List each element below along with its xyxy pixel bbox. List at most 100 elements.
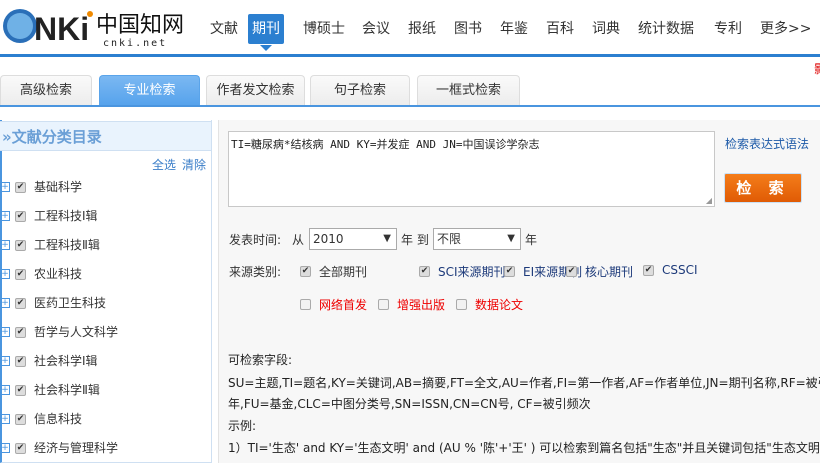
source-option[interactable]: ✔ 全部期刊 [300, 263, 367, 280]
nav-item[interactable]: 词典 [588, 14, 624, 44]
nav-item[interactable]: 更多>> [756, 14, 815, 44]
source-label: SCI来源期刊 [438, 265, 506, 279]
to-year-value: 不限 [437, 232, 462, 246]
extra-label: 网络首发 [319, 298, 368, 312]
expand-icon[interactable]: + [0, 269, 10, 279]
svg-text:中国知网: 中国知网 [96, 13, 184, 38]
category-item[interactable]: + ✔ 医药卫生科技 [0, 293, 106, 313]
expand-icon[interactable]: + [0, 211, 10, 221]
nav-item[interactable]: 百科 [542, 14, 578, 44]
expand-icon[interactable]: + [0, 327, 10, 337]
year-label: 年 [525, 233, 538, 247]
search-button[interactable]: 检 索 [724, 173, 802, 203]
nav-item[interactable]: 年鉴 [496, 14, 532, 44]
nav-item[interactable]: 会议 [358, 14, 394, 44]
checkbox[interactable] [378, 299, 389, 310]
source-option[interactable]: ✔ 核心期刊 [566, 263, 633, 280]
search-tab[interactable]: 作者发文检索 [206, 75, 305, 106]
dropdown-arrow-icon: ▼ [507, 233, 515, 244]
category-item[interactable]: + ✔ 农业科技 [0, 264, 82, 284]
syntax-help-link[interactable]: 检索表达式语法 [725, 135, 809, 152]
checkbox[interactable]: ✔ [566, 266, 577, 277]
example-1: 1）TI='生态' and KY='生态文明' and (AU % '陈'+'王… [228, 441, 820, 455]
tab-divider [0, 105, 820, 107]
checkbox[interactable]: ✔ [15, 442, 26, 454]
source-option[interactable]: ✔ CSSCI [643, 263, 698, 277]
extra-option[interactable]: 增强出版 [378, 296, 445, 313]
nav-item[interactable]: 专利 [710, 14, 746, 44]
checkbox[interactable]: ✔ [15, 210, 26, 222]
category-label: 社会科学Ⅰ辑 [34, 354, 98, 368]
query-input[interactable]: TI=糖尿病*结核病 AND KY=并发症 AND JN=中国误诊学杂志 ◢ [228, 131, 715, 207]
cnki-logo[interactable]: NKi 中国知网 cnki.net [0, 2, 200, 50]
checkbox[interactable]: ✔ [15, 355, 26, 367]
checkbox[interactable]: ✔ [15, 326, 26, 338]
expand-icon[interactable]: + [0, 240, 10, 250]
example-title: 示例: [228, 419, 257, 433]
checkbox[interactable]: ✔ [300, 266, 311, 277]
checkbox[interactable]: ✔ [15, 297, 26, 309]
category-item[interactable]: + ✔ 社会科学Ⅰ辑 [0, 351, 98, 371]
svg-text:cnki.net: cnki.net [103, 38, 167, 49]
checkbox[interactable]: ✔ [643, 264, 654, 276]
clear-link[interactable]: 清除 [182, 156, 206, 173]
expand-icon[interactable]: + [0, 298, 10, 308]
category-item[interactable]: + ✔ 基础科学 [0, 177, 82, 197]
expand-icon[interactable]: + [0, 182, 10, 192]
category-label: 工程科技Ⅱ辑 [34, 238, 100, 252]
extra-option[interactable]: 数据论文 [456, 296, 523, 313]
category-item[interactable]: + ✔ 哲学与人文科学 [0, 322, 118, 342]
category-label: 农业科技 [34, 267, 83, 281]
checkbox[interactable] [300, 299, 311, 310]
category-item[interactable]: + ✔ 社会科学Ⅱ辑 [0, 380, 100, 400]
category-label: 社会科学Ⅱ辑 [34, 383, 100, 397]
search-tab[interactable]: 一框式检索 [417, 75, 520, 106]
expand-icon[interactable]: + [0, 443, 10, 453]
from-year-select[interactable]: 2010 ▼ [309, 228, 397, 250]
checkbox[interactable]: ✔ [15, 268, 26, 280]
search-tab[interactable]: 高级检索 [0, 75, 92, 106]
to-label: 年 到 [401, 233, 429, 247]
category-item[interactable]: + ✔ 工程科技Ⅰ辑 [0, 206, 98, 226]
category-item[interactable]: + ✔ 信息科技 [0, 409, 82, 429]
edge-mark: 影 [814, 60, 820, 77]
checkbox[interactable]: ✔ [15, 239, 26, 251]
nav-item[interactable]: 图书 [450, 14, 486, 44]
nav-item[interactable]: 报纸 [404, 14, 440, 44]
nav-item[interactable]: 期刊 [248, 14, 284, 51]
from-year-value: 2010 [313, 232, 344, 246]
nav-item[interactable]: 博硕士 [299, 14, 349, 44]
checkbox[interactable]: ✔ [15, 181, 26, 193]
search-tab[interactable]: 句子检索 [310, 75, 410, 106]
query-text[interactable]: TI=糖尿病*结核病 AND KY=并发症 AND JN=中国误诊学杂志 [231, 138, 539, 151]
search-tab[interactable]: 专业检索 [99, 75, 200, 106]
extra-label: 数据论文 [475, 298, 524, 312]
fields-line-2: 年,FU=基金,CLC=中图分类号,SN=ISSN,CN=CN号, CF=被引频… [228, 397, 591, 411]
source-label: 核心期刊 [585, 265, 634, 279]
source-label: CSSCI [662, 263, 698, 277]
checkbox[interactable]: ✔ [15, 413, 26, 425]
source-option[interactable]: ✔ SCI来源期刊 [419, 263, 506, 280]
category-item[interactable]: + ✔ 工程科技Ⅱ辑 [0, 235, 100, 255]
extra-option[interactable]: 网络首发 [300, 296, 367, 313]
expand-icon[interactable]: + [0, 356, 10, 366]
checkbox[interactable] [456, 299, 467, 310]
expand-icon[interactable]: + [0, 414, 10, 424]
category-label: 医药卫生科技 [34, 296, 107, 310]
from-label: 从 [292, 233, 305, 247]
resize-handle-icon[interactable]: ◢ [706, 196, 712, 205]
nav-item[interactable]: 统计数据 [634, 14, 698, 44]
category-label: 基础科学 [34, 180, 83, 194]
source-label: 全部期刊 [319, 265, 368, 279]
category-item[interactable]: + ✔ 经济与管理科学 [0, 438, 118, 458]
checkbox[interactable]: ✔ [504, 266, 515, 277]
time-label: 发表时间: [229, 233, 282, 247]
checkbox[interactable]: ✔ [15, 384, 26, 396]
select-all-link[interactable]: 全选 [152, 156, 176, 173]
checkbox[interactable]: ✔ [419, 266, 430, 277]
fields-line-1: SU=主题,TI=题名,KY=关键词,AB=摘要,FT=全文,AU=作者,FI=… [228, 376, 820, 390]
nav-item[interactable]: 文献 [206, 14, 242, 44]
dropdown-arrow-icon: ▼ [383, 233, 391, 244]
expand-icon[interactable]: + [0, 385, 10, 395]
to-year-select[interactable]: 不限 ▼ [433, 228, 521, 250]
